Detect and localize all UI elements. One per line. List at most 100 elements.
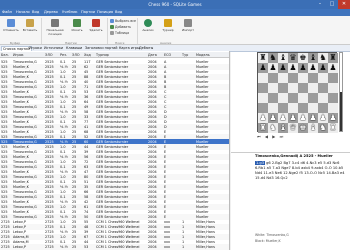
board-square[interactable] (328, 83, 338, 93)
tournament-button[interactable]: Турнир (160, 19, 176, 32)
board-square[interactable] (328, 103, 338, 113)
white-piece[interactable]: ♟ (299, 113, 306, 122)
white-piece[interactable]: ♞ (319, 123, 326, 132)
board-square[interactable]: ♞ (268, 123, 278, 133)
board-square[interactable]: ♜ (328, 123, 338, 133)
prev-move-button[interactable]: ◀ (265, 134, 268, 139)
board-square[interactable]: ♝ (308, 123, 318, 133)
board-square[interactable] (278, 73, 288, 83)
black-piece[interactable]: ♜ (329, 53, 336, 62)
board-square[interactable]: ♟ (268, 113, 278, 123)
board-square[interactable] (328, 93, 338, 103)
table-button[interactable]: Таблица (110, 31, 129, 35)
search-button[interactable]: Искать (69, 19, 85, 32)
col-header[interactable]: Игрок (13, 53, 43, 57)
black-piece[interactable]: ♝ (309, 53, 316, 62)
black-piece[interactable]: ♝ (279, 53, 286, 62)
menu-view2[interactable]: Вид (115, 10, 122, 14)
black-piece[interactable]: ♟ (329, 63, 336, 72)
menu-home[interactable]: Начало (16, 10, 30, 14)
board-square[interactable] (288, 103, 298, 113)
black-piece[interactable]: ♞ (319, 53, 326, 62)
black-piece[interactable]: ♟ (259, 63, 266, 72)
black-piece[interactable]: ♟ (299, 63, 306, 72)
col-header[interactable]: ЭЛО (72, 53, 82, 57)
menu-view[interactable]: Вид (32, 10, 39, 14)
board-square[interactable] (308, 93, 318, 103)
board-square[interactable] (268, 93, 278, 103)
col-header[interactable]: Дата (148, 53, 160, 57)
board-square[interactable] (308, 73, 318, 83)
board-square[interactable] (288, 93, 298, 103)
board-square[interactable] (278, 83, 288, 93)
board-square[interactable] (298, 73, 308, 83)
close-button[interactable]: ✕ (338, 0, 350, 9)
board-square[interactable]: ♟ (288, 113, 298, 123)
current-move[interactable]: 1.g3 (255, 161, 265, 165)
first-move-button[interactable]: ⏮ (257, 134, 261, 139)
board-square[interactable] (278, 103, 288, 113)
board-square[interactable]: ♝ (278, 123, 288, 133)
board-square[interactable] (308, 83, 318, 93)
black-piece[interactable]: ♚ (299, 53, 306, 62)
black-piece[interactable]: ♟ (279, 63, 286, 72)
board-square[interactable]: ♟ (278, 113, 288, 123)
col-header[interactable]: ECO (164, 53, 176, 57)
board-square[interactable]: ♚ (298, 123, 308, 133)
board-square[interactable] (318, 103, 328, 113)
menu-games[interactable]: Партии (81, 10, 95, 14)
board-square[interactable]: ♞ (318, 53, 328, 63)
board-square[interactable]: ♜ (258, 53, 268, 63)
board-square[interactable]: ♜ (328, 53, 338, 63)
board-square[interactable] (278, 93, 288, 103)
start-position-button[interactable]: Начальная позиция (44, 19, 66, 36)
board-square[interactable]: ♟ (298, 113, 308, 123)
menu-tutor[interactable]: Учебник (62, 10, 78, 14)
board-square[interactable]: ♟ (308, 63, 318, 73)
select-all-button[interactable]: Выбрать все (110, 19, 136, 23)
black-piece[interactable]: ♟ (269, 63, 276, 72)
board-square[interactable]: ♟ (288, 63, 298, 73)
board-square[interactable] (328, 73, 338, 83)
paste-button[interactable]: Вставить (22, 19, 38, 32)
menu-position[interactable]: Позиция (97, 10, 113, 14)
white-piece[interactable]: ♞ (269, 123, 276, 132)
board-square[interactable] (268, 73, 278, 83)
white-piece[interactable]: ♜ (259, 123, 266, 132)
chess-board[interactable]: ♜ ♞ ♝ ♛ ♚ ♝ ♞ ♜ ♟ ♟ ♟ ♟ ♟ ♟ ♟ ♟ ♟ ♟ ♟ ♟ ♟ ♟ ♟ ♟ ♜ ♞ ♝ ♛ ♚ ♝ ♞ ♜ (257, 52, 338, 133)
col-header[interactable]: Модель (196, 53, 229, 57)
black-piece[interactable]: ♛ (289, 53, 296, 62)
board-square[interactable] (288, 73, 298, 83)
board-square[interactable]: ♟ (278, 63, 288, 73)
board-square[interactable]: ♟ (258, 63, 268, 73)
move-list[interactable]: 1.g3 g6 2.Bg2 Bg7 3.c4 d6 4.Nc3 e5 5.d3 … (255, 161, 349, 181)
board-square[interactable]: ♟ (298, 63, 308, 73)
white-piece[interactable]: ♚ (299, 123, 306, 132)
board-square[interactable] (268, 83, 278, 93)
analysis-button[interactable]: Анализ (140, 19, 156, 32)
board-square[interactable]: ♞ (318, 123, 328, 133)
board-square[interactable] (258, 83, 268, 93)
board-square[interactable] (258, 103, 268, 113)
black-piece[interactable]: ♜ (259, 53, 266, 62)
board-square[interactable] (258, 73, 268, 83)
board-square[interactable] (318, 83, 328, 93)
white-piece[interactable]: ♟ (289, 113, 296, 122)
black-piece[interactable]: ♞ (269, 53, 276, 62)
black-piece[interactable]: ♟ (319, 63, 326, 72)
board-square[interactable]: ♟ (308, 113, 318, 123)
board-square[interactable]: ♝ (278, 53, 288, 63)
board-square[interactable]: ♞ (268, 53, 278, 63)
remaining-moves[interactable]: g6 2.Bg2 Bg7 3.c4 d6 4.Nc3 e5 5.d3 Nc6 6… (255, 161, 345, 180)
col-header[interactable]: Турнир (96, 53, 146, 57)
board-square[interactable] (258, 93, 268, 103)
white-piece[interactable]: ♟ (329, 113, 336, 122)
col-header[interactable]: Ход (84, 53, 94, 57)
white-piece[interactable]: ♟ (259, 113, 266, 122)
board-square[interactable]: ♟ (318, 113, 328, 123)
undo-button[interactable]: Отменить (3, 19, 19, 32)
board-square[interactable] (288, 83, 298, 93)
board-square[interactable]: ♛ (288, 53, 298, 63)
add-button[interactable]: Добавить (110, 25, 131, 29)
black-piece[interactable]: ♟ (309, 63, 316, 72)
